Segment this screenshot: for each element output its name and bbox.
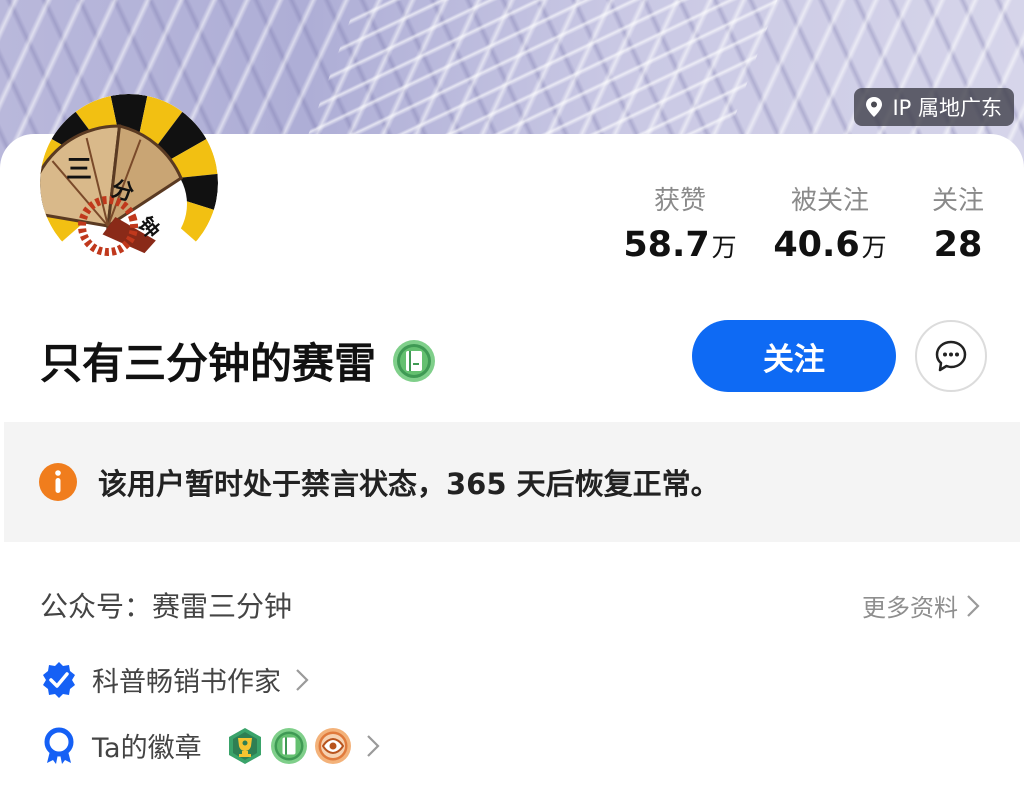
chevron-right-icon bbox=[366, 734, 380, 757]
following-stat[interactable]: 关注 28 bbox=[920, 180, 996, 265]
ribbon-badge-icon bbox=[40, 727, 78, 765]
follow-button[interactable]: 关注 bbox=[692, 320, 896, 392]
likes-value: 58.7万 bbox=[622, 225, 738, 265]
avatar[interactable]: 三 分 钟 bbox=[40, 94, 218, 272]
message-button[interactable] bbox=[915, 320, 987, 392]
more-info-link[interactable]: 更多资料 bbox=[862, 588, 980, 623]
chat-bubble-icon bbox=[935, 340, 967, 372]
mute-notice: 该用户暂时处于禁言状态，365 天后恢复正常。 bbox=[4, 422, 1020, 542]
certification-text: 科普畅销书作家 bbox=[92, 667, 281, 698]
likes-unit: 万 bbox=[711, 233, 737, 262]
followers-value: 40.6万 bbox=[772, 225, 888, 265]
followers-number: 40.6 bbox=[773, 225, 860, 265]
avatar-text-char1: 三 bbox=[66, 155, 92, 185]
avatar-image: 三 分 钟 bbox=[40, 94, 218, 272]
ip-location-text: IP 属地广东 bbox=[892, 96, 1002, 120]
chevron-right-icon bbox=[967, 594, 980, 617]
ip-location-chip: IP 属地广东 bbox=[854, 88, 1014, 126]
following-value: 28 bbox=[933, 225, 983, 265]
chevron-right-icon bbox=[296, 668, 309, 691]
verified-check-icon bbox=[40, 661, 78, 699]
mute-notice-text: 该用户暂时处于禁言状态，365 天后恢复正常。 bbox=[98, 467, 720, 501]
trophy-badge-icon[interactable] bbox=[226, 727, 264, 765]
certification-row[interactable]: 科普畅销书作家 bbox=[40, 660, 309, 699]
likes-label: 获赞 bbox=[653, 186, 706, 216]
eye-badge-icon[interactable] bbox=[314, 727, 352, 765]
profile-name: 只有三分钟的赛雷 bbox=[40, 330, 436, 391]
badges-label: Ta的徽章 bbox=[92, 733, 202, 764]
followers-stat[interactable]: 被关注 40.6万 bbox=[772, 180, 888, 265]
badges-row[interactable]: Ta的徽章 bbox=[40, 726, 380, 765]
followers-label: 被关注 bbox=[790, 186, 869, 216]
user-name: 只有三分钟的赛雷 bbox=[40, 339, 377, 388]
likes-stat[interactable]: 获赞 58.7万 bbox=[622, 180, 738, 265]
more-info-label: 更多资料 bbox=[862, 594, 958, 622]
book-badge-icon[interactable] bbox=[392, 339, 436, 383]
location-pin-icon bbox=[866, 97, 883, 117]
badge-list bbox=[226, 727, 352, 765]
likes-number: 58.7 bbox=[623, 225, 710, 265]
followers-unit: 万 bbox=[861, 233, 887, 262]
book-badge-icon[interactable] bbox=[270, 727, 308, 765]
info-icon bbox=[38, 462, 78, 502]
following-label: 关注 bbox=[931, 186, 984, 216]
official-account: 公众号：赛雷三分钟 bbox=[40, 590, 293, 623]
